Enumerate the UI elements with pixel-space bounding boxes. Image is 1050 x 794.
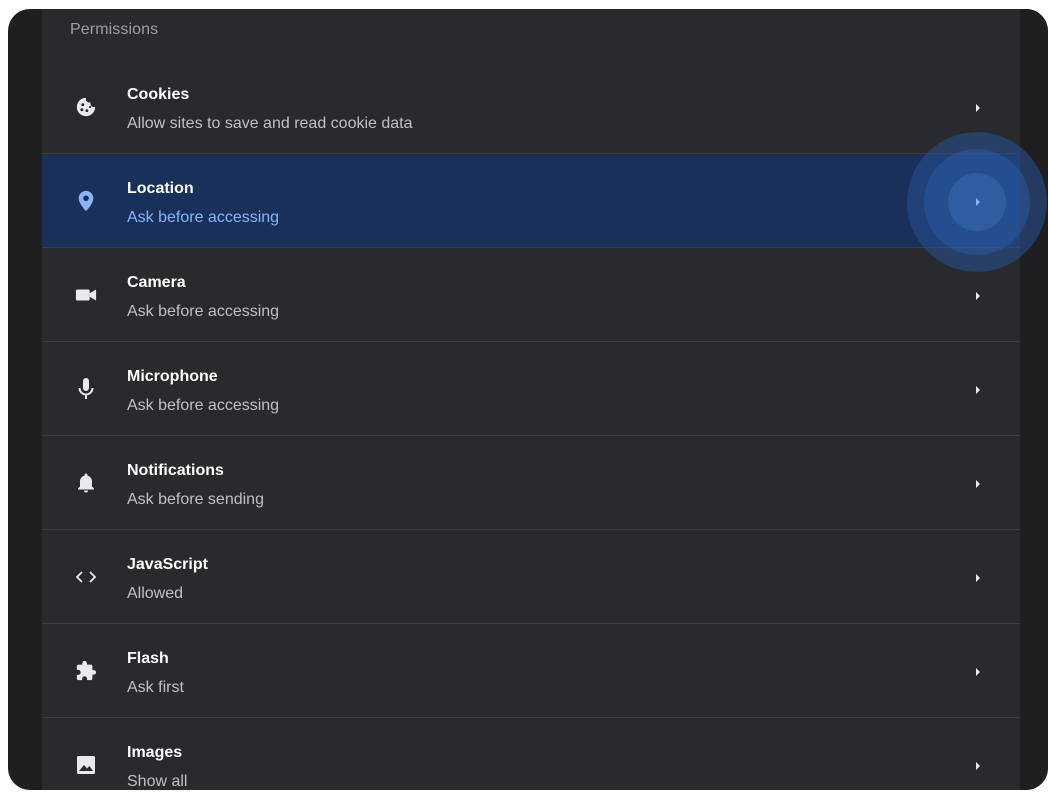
chevron-right-icon[interactable] (973, 383, 983, 397)
permission-text: Notifications Ask before sending (127, 461, 264, 510)
chevron-right-icon[interactable] (973, 195, 983, 209)
permission-status: Allow sites to save and read cookie data (127, 115, 413, 132)
cookie-icon (74, 95, 98, 119)
bell-icon (74, 471, 98, 495)
microphone-icon (74, 377, 98, 401)
row-divider (42, 247, 1020, 248)
permission-row-location[interactable]: Location Ask before accessing (42, 155, 1020, 248)
permission-text: Location Ask before accessing (127, 179, 279, 228)
permission-row-microphone[interactable]: Microphone Ask before accessing (42, 343, 1020, 436)
permission-title: Microphone (127, 368, 218, 385)
permission-status: Ask before accessing (127, 397, 280, 414)
permission-text: Camera Ask before accessing (127, 273, 279, 322)
permission-status: Ask before accessing (127, 303, 280, 320)
permission-title: Cookies (127, 86, 190, 103)
permission-title: Location (127, 180, 194, 197)
permission-row-notifications[interactable]: Notifications Ask before sending (42, 437, 1020, 530)
permission-status: Ask before sending (127, 491, 264, 508)
permission-status: Ask before accessing (127, 209, 280, 226)
row-divider (42, 623, 1020, 624)
section-title: Permissions (70, 21, 159, 38)
row-divider (42, 529, 1020, 530)
permission-status: Allowed (127, 585, 184, 602)
row-divider (42, 341, 1020, 342)
permission-row-camera[interactable]: Camera Ask before accessing (42, 249, 1020, 342)
chevron-right-icon[interactable] (973, 477, 983, 491)
row-divider (42, 435, 1020, 436)
permission-status: Ask first (127, 679, 184, 696)
right-rail (1020, 9, 1048, 790)
permission-text: Images Show all (127, 743, 187, 790)
permission-row-cookies[interactable]: Cookies Allow sites to save and read coo… (42, 61, 1020, 154)
permission-row-images[interactable]: Images Show all (42, 719, 1020, 790)
chevron-right-icon[interactable] (973, 665, 983, 679)
permission-status: Show all (127, 773, 188, 790)
settings-window: Permissions Cookies Allow sites to save … (8, 9, 1048, 790)
camera-icon (74, 283, 98, 307)
chevron-right-icon[interactable] (973, 289, 983, 303)
permission-title: Notifications (127, 462, 224, 479)
permission-title: Camera (127, 274, 186, 291)
permission-text: Flash Ask first (127, 649, 184, 698)
permission-text: JavaScript Allowed (127, 555, 208, 604)
chevron-right-icon[interactable] (973, 101, 983, 115)
permission-row-javascript[interactable]: JavaScript Allowed (42, 531, 1020, 624)
code-icon (74, 565, 98, 589)
permission-title: Images (127, 744, 183, 761)
row-divider (42, 717, 1020, 718)
permission-row-flash[interactable]: Flash Ask first (42, 625, 1020, 718)
row-divider (42, 153, 1020, 154)
chevron-right-icon[interactable] (973, 571, 983, 585)
chevron-right-icon[interactable] (973, 759, 983, 773)
permission-title: JavaScript (127, 556, 208, 573)
permission-title: Flash (127, 650, 169, 667)
permission-text: Cookies Allow sites to save and read coo… (127, 85, 413, 134)
permission-text: Microphone Ask before accessing (127, 367, 279, 416)
puzzle-icon (74, 659, 98, 683)
location-pin-icon (74, 189, 98, 213)
image-icon (74, 753, 98, 777)
